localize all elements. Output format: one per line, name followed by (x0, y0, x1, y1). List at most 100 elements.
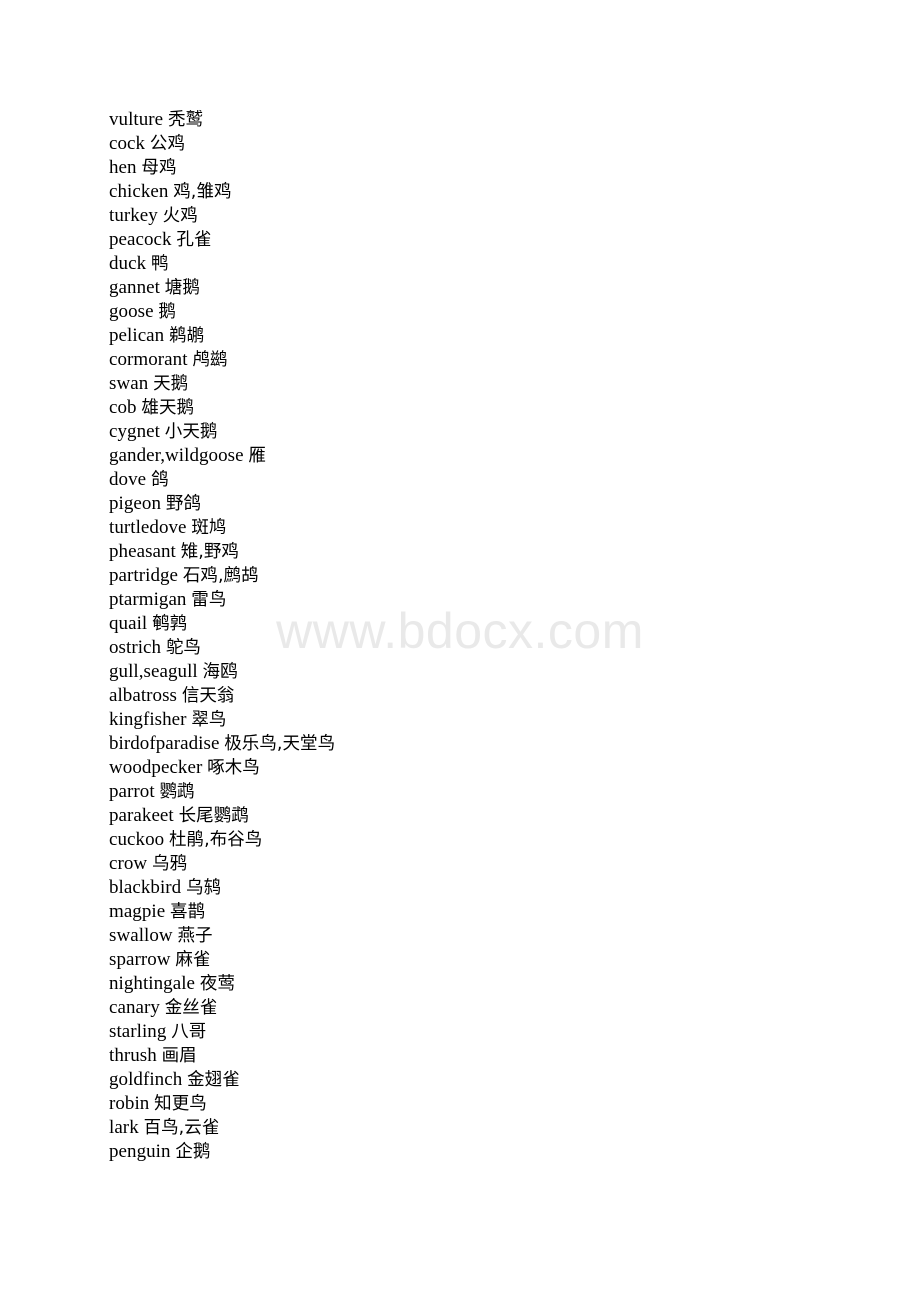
entry-chinese-gloss: 塘鹅 (164, 278, 200, 298)
entry-english-term: cormorant (109, 349, 188, 370)
entry-english-term: cob (109, 397, 137, 418)
entry-english-term: crow (109, 853, 148, 874)
vocabulary-entry: duck 鸭 (109, 252, 869, 276)
entry-chinese-gloss: 天鹅 (153, 374, 189, 394)
entry-chinese-gloss: 雁 (248, 446, 266, 466)
vocabulary-entry: starling 八哥 (109, 1020, 869, 1044)
vocabulary-entry: turkey 火鸡 (109, 204, 869, 228)
entry-english-term: penguin (109, 1141, 171, 1162)
vocabulary-entry: goose 鹅 (109, 300, 869, 324)
entry-chinese-gloss: 鹦鹉 (159, 782, 195, 802)
entry-english-term: swan (109, 373, 149, 394)
entry-chinese-gloss: 鹅 (158, 302, 176, 322)
entry-chinese-gloss: 秃鹫 (167, 110, 204, 130)
entry-chinese-gloss: 金丝雀 (164, 998, 218, 1018)
entry-chinese-gloss: 啄木鸟 (207, 758, 260, 778)
vocabulary-entry: swan 天鹅 (109, 372, 869, 396)
entry-english-term: cuckoo (109, 829, 165, 850)
vocabulary-entry: chicken 鸡,雏鸡 (109, 180, 869, 204)
entry-english-term: vulture (109, 109, 164, 130)
entry-english-term: pelican (109, 325, 165, 346)
entry-chinese-gloss: 金翅雀 (187, 1070, 240, 1090)
entry-english-term: ptarmigan (109, 589, 187, 610)
vocabulary-entry: woodpecker 啄木鸟 (109, 756, 869, 780)
vocabulary-entry: thrush 画眉 (109, 1044, 869, 1068)
entry-chinese-gloss: 鹌鹑 (152, 614, 188, 634)
entry-chinese-gloss: 夜莺 (199, 974, 235, 994)
vocabulary-entry: gull,seagull 海鸥 (109, 660, 869, 684)
entry-chinese-gloss: 公鸡 (149, 134, 185, 154)
vocabulary-entry: ostrich 鸵鸟 (109, 636, 869, 660)
entry-chinese-gloss: 雷鸟 (191, 590, 227, 610)
vocabulary-entry: magpie 喜鹊 (109, 900, 869, 924)
entry-english-term: gander,wildgoose (109, 445, 244, 466)
vocabulary-entry: vulture 秃鹫 (109, 108, 869, 132)
entry-chinese-gloss: 八哥 (171, 1022, 207, 1042)
entry-chinese-gloss: 鸵鸟 (165, 638, 201, 658)
vocabulary-entry: goldfinch 金翅雀 (109, 1068, 869, 1092)
entry-chinese-gloss: 火鸡 (162, 206, 198, 226)
entry-english-term: turkey (109, 205, 158, 226)
entry-english-term: lark (109, 1117, 139, 1138)
entry-english-term: blackbird (109, 877, 182, 898)
entry-english-term: birdofparadise (109, 733, 220, 754)
entry-english-term: parakeet (109, 805, 174, 826)
entry-english-term: starling (109, 1021, 167, 1042)
vocabulary-entry: quail 鹌鹑 (109, 612, 869, 636)
entry-english-term: sparrow (109, 949, 171, 970)
entry-chinese-gloss: 极乐鸟,天堂鸟 (224, 734, 336, 754)
entry-chinese-gloss: 海鸥 (202, 662, 238, 682)
entry-chinese-gloss: 百鸟,云雀 (143, 1118, 220, 1138)
entry-english-term: cygnet (109, 421, 160, 442)
vocabulary-entry: gander,wildgoose 雁 (109, 444, 869, 468)
vocabulary-entry: pelican 鹈鹕 (109, 324, 869, 348)
entry-english-term: dove (109, 469, 147, 490)
entry-chinese-gloss: 野鸽 (165, 494, 201, 514)
document-page: www.bdocx.com vulture 秃鹫 cock 公鸡 hen 母鸡 chi… (0, 0, 920, 1302)
vocabulary-entry: peacock 孔雀 (109, 228, 869, 252)
entry-english-term: peacock (109, 229, 172, 250)
vocabulary-entry: turtledove 斑鸠 (109, 516, 869, 540)
entry-english-term: pheasant (109, 541, 176, 562)
entry-english-term: duck (109, 253, 147, 274)
entry-chinese-gloss: 翠鸟 (191, 710, 227, 730)
vocabulary-list: vulture 秃鹫 cock 公鸡 hen 母鸡 chicken 鸡,雏鸡 turke… (109, 108, 869, 1164)
entry-english-term: quail (109, 613, 148, 634)
vocabulary-entry: dove 鸽 (109, 468, 869, 492)
vocabulary-entry: cuckoo 杜鹃,布谷鸟 (109, 828, 869, 852)
entry-english-term: albatross (109, 685, 177, 706)
entry-chinese-gloss: 鸬鹚 (192, 350, 228, 370)
entry-chinese-gloss: 信天翁 (181, 686, 235, 706)
entry-english-term: robin (109, 1093, 150, 1114)
entry-chinese-gloss: 杜鹃,布谷鸟 (168, 830, 263, 850)
vocabulary-entry: sparrow 麻雀 (109, 948, 869, 972)
entry-chinese-gloss: 乌鸫 (186, 878, 222, 898)
entry-english-term: chicken (109, 181, 169, 202)
entry-english-term: turtledove (109, 517, 187, 538)
entry-chinese-gloss: 鸭 (150, 254, 169, 274)
entry-chinese-gloss: 雄天鹅 (141, 398, 195, 418)
vocabulary-entry: canary 金丝雀 (109, 996, 869, 1020)
entry-english-term: pigeon (109, 493, 162, 514)
entry-chinese-gloss: 麻雀 (175, 950, 211, 970)
entry-english-term: partridge (109, 565, 179, 586)
entry-english-term: ostrich (109, 637, 162, 658)
entry-chinese-gloss: 小天鹅 (164, 422, 218, 442)
entry-chinese-gloss: 喜鹊 (170, 902, 206, 922)
entry-english-term: parrot (109, 781, 155, 802)
vocabulary-entry: cormorant 鸬鹚 (109, 348, 869, 372)
vocabulary-entry: pigeon 野鸽 (109, 492, 869, 516)
entry-english-term: kingfisher (109, 709, 187, 730)
vocabulary-entry: cob 雄天鹅 (109, 396, 869, 420)
entry-chinese-gloss: 乌鸦 (152, 854, 188, 874)
entry-chinese-gloss: 知更鸟 (154, 1094, 207, 1114)
entry-chinese-gloss: 鸽 (150, 470, 169, 490)
entry-chinese-gloss: 画眉 (161, 1046, 197, 1066)
entry-chinese-gloss: 雉,野鸡 (180, 542, 239, 562)
vocabulary-entry: cock 公鸡 (109, 132, 869, 156)
vocabulary-entry: cygnet 小天鹅 (109, 420, 869, 444)
entry-chinese-gloss: 企鹅 (175, 1142, 211, 1162)
entry-english-term: magpie (109, 901, 166, 922)
vocabulary-entry: albatross 信天翁 (109, 684, 869, 708)
vocabulary-entry: parakeet 长尾鹦鹉 (109, 804, 869, 828)
